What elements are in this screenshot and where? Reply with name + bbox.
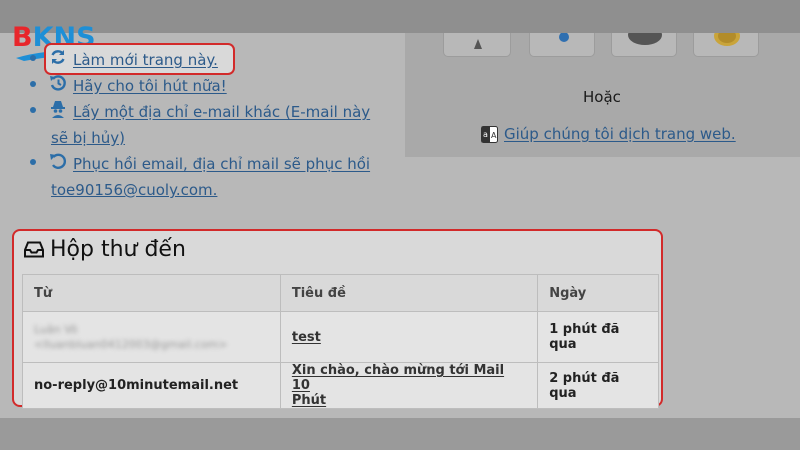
- inbox-icon: [24, 241, 44, 258]
- top-bar: [0, 0, 800, 33]
- svg-text:A: A: [491, 131, 497, 140]
- option-tile[interactable]: [529, 33, 595, 57]
- undo-icon: [50, 153, 67, 170]
- date-cell: 1 phút đã qua: [537, 311, 659, 363]
- subject-link[interactable]: Xin chào, chào mừng tới Mail 10: [292, 363, 526, 393]
- action-item-restore[interactable]: Phục hồi email, địa chỉ mail sẽ phục hồi: [30, 152, 370, 176]
- option-tile[interactable]: [611, 33, 677, 57]
- option-tile[interactable]: [693, 33, 759, 57]
- inbox-panel: Hộp thư đến Từ Tiêu đề Ngày Luân Võ <llu…: [12, 229, 663, 409]
- bullet: [30, 55, 36, 61]
- coin-icon: [714, 33, 740, 46]
- column-header-subject[interactable]: Tiêu đề: [279, 274, 539, 312]
- history-icon: [50, 75, 66, 91]
- option-tile[interactable]: [443, 33, 511, 57]
- date-cell: 2 phút đã qua: [537, 362, 659, 409]
- refresh-icon: [51, 50, 65, 64]
- more-link[interactable]: Hãy cho tôi hút nữa!: [73, 74, 227, 98]
- translate-icon: a A: [481, 125, 498, 143]
- bullet: [30, 107, 36, 113]
- sender-name: Luân Võ: [34, 323, 78, 336]
- bullet: [30, 159, 36, 165]
- column-header-from[interactable]: Từ: [22, 274, 281, 312]
- translate-panel: Hoặc a A Giúp chúng tôi dịch trang web.: [405, 33, 800, 157]
- svg-text:a: a: [483, 130, 488, 139]
- restore-link-cont[interactable]: toe90156@cuoly.com.: [51, 178, 217, 202]
- inbox-heading: Hộp thư đến: [24, 237, 186, 262]
- dot-icon: [559, 33, 569, 42]
- or-text: Hoặc: [583, 88, 621, 106]
- action-item-more[interactable]: Hãy cho tôi hút nữa!: [30, 74, 227, 98]
- inbox-table: Từ Tiêu đề Ngày Luân Võ <lluanbluan04120…: [22, 274, 659, 409]
- column-header-date[interactable]: Ngày: [537, 274, 659, 312]
- new-address-link[interactable]: Lấy một địa chỉ e-mail khác (E-mail này: [73, 100, 370, 124]
- drop-icon: [474, 39, 482, 49]
- new-address-link-cont[interactable]: sẽ bị hủy): [51, 126, 125, 150]
- disc-icon: [628, 33, 662, 45]
- spy-icon: [51, 101, 65, 118]
- restore-link[interactable]: Phục hồi email, địa chỉ mail sẽ phục hồi: [73, 152, 370, 176]
- sender-email: <lluanbluan0412003@gmail.com>: [34, 338, 228, 351]
- refresh-link[interactable]: Làm mới trang này.: [73, 48, 218, 72]
- translate-link-label: Giúp chúng tôi dịch trang web.: [504, 125, 736, 143]
- bottom-bar: [0, 418, 800, 450]
- translate-link[interactable]: a A Giúp chúng tôi dịch trang web.: [481, 125, 736, 143]
- table-row[interactable]: no-reply@10minutemail.net Xin chào, chào…: [22, 362, 659, 409]
- subject-cell: test: [279, 311, 539, 363]
- inbox-title: Hộp thư đến: [50, 237, 186, 262]
- bullet: [30, 81, 36, 87]
- sender-cell: Luân Võ <lluanbluan0412003@gmail.com>: [22, 311, 281, 363]
- subject-link[interactable]: test: [292, 330, 321, 345]
- table-header-row: Từ Tiêu đề Ngày: [22, 274, 659, 312]
- subject-link-cont[interactable]: Phút: [292, 393, 526, 408]
- table-row[interactable]: Luân Võ <lluanbluan0412003@gmail.com> te…: [22, 311, 659, 363]
- action-item-refresh[interactable]: Làm mới trang này.: [30, 48, 218, 72]
- subject-cell: Xin chào, chào mừng tới Mail 10 Phút: [279, 362, 539, 409]
- sender-cell: no-reply@10minutemail.net: [22, 362, 281, 409]
- action-item-new-address[interactable]: Lấy một địa chỉ e-mail khác (E-mail này: [30, 100, 370, 124]
